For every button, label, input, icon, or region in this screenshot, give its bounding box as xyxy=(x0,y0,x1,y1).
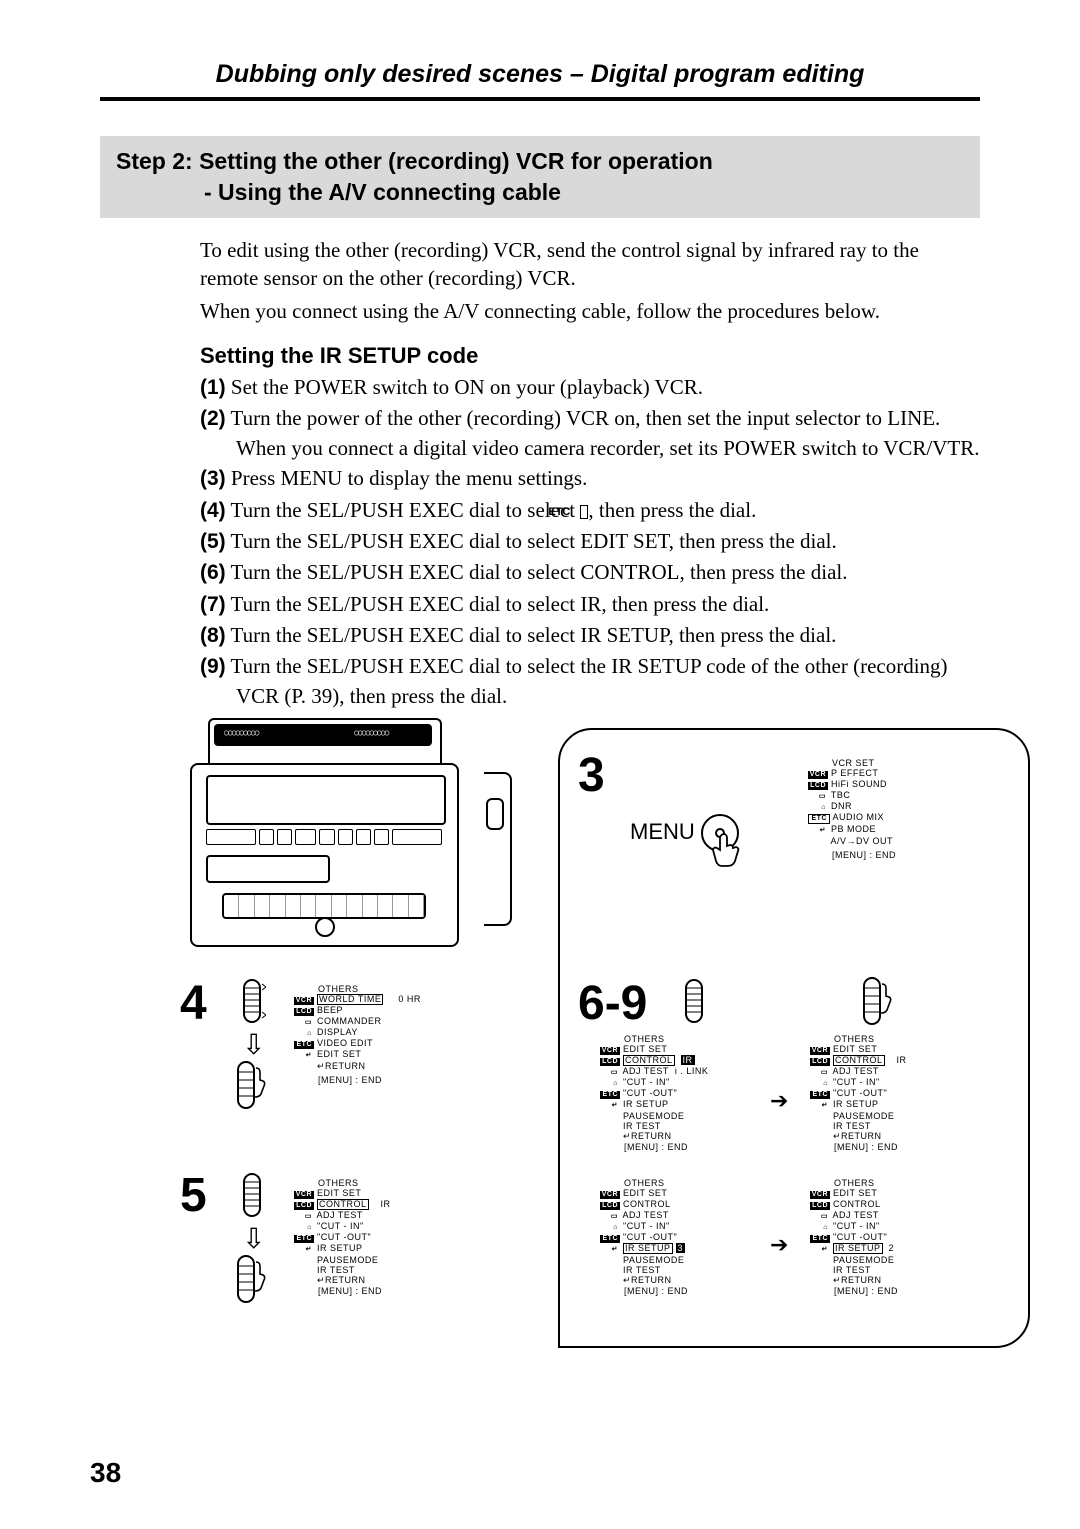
figure: ○○○○○○○○○ ○○○○○○○○○ 3 MENU xyxy=(150,728,1030,1348)
vcr-illustration: ○○○○○○○○○ ○○○○○○○○○ xyxy=(190,718,480,978)
osd-panel-7a: OTHERS VCR EDIT SET LCD CONTROL ▭ ADJ TE… xyxy=(600,1178,688,1296)
osd-panel-6a: OTHERS VCR EDIT SET LCD CONTROL IR ▭ ADJ… xyxy=(600,1034,708,1152)
step-4: (4) Turn the SEL/PUSH EXEC dial to selec… xyxy=(200,496,980,525)
arrow-down-icon: ⇩ xyxy=(242,1028,265,1062)
scroll-dial-icon xyxy=(238,978,266,1024)
osd-panel-3: VCR SET VCR P EFFECT LCD HiFi SOUND ▭ TB… xyxy=(808,758,896,860)
step-8: (8) Turn the SEL/PUSH EXEC dial to selec… xyxy=(200,621,980,650)
arrow-right-icon: ➔ xyxy=(770,1088,788,1114)
arrow-down-icon: ⇩ xyxy=(242,1222,265,1256)
scroll-dial-icon xyxy=(238,1172,266,1218)
subheading: Setting the IR SETUP code xyxy=(200,343,980,369)
figure-step-number-6-9: 6-9 xyxy=(578,976,647,1031)
step-6: (6) Turn the SEL/PUSH EXEC dial to selec… xyxy=(200,558,980,587)
osd-panel-4: OTHERS VCR WORLD TIME 0 HR LCD BEEP ▭ CO… xyxy=(294,984,421,1085)
osd-panel-6b: OTHERS VCR EDIT SET LCD CONTROL IR ▭ ADJ… xyxy=(810,1034,907,1152)
step-title-line2: - Using the A/V connecting cable xyxy=(116,177,964,208)
intro-paragraph-2: When you connect using the A/V connectin… xyxy=(200,297,980,325)
hand-press-icon xyxy=(712,832,742,868)
step-2: (2) Turn the power of the other (recordi… xyxy=(200,404,980,462)
scroll-dial-icon xyxy=(680,978,708,1024)
figure-step-number-3: 3 xyxy=(578,748,605,803)
osd-panel-7b: OTHERS VCR EDIT SET LCD CONTROL ▭ ADJ TE… xyxy=(810,1178,898,1296)
osd-panel-5: OTHERS VCR EDIT SET LCD CONTROL IR ▭ ADJ… xyxy=(294,1178,391,1296)
steps-list: (1) Set the POWER switch to ON on your (… xyxy=(200,373,980,710)
step-7: (7) Turn the SEL/PUSH EXEC dial to selec… xyxy=(200,590,980,619)
page-header: Dubbing only desired scenes – Digital pr… xyxy=(100,60,980,89)
figure-step-number-4: 4 xyxy=(180,976,207,1031)
step-title-box: Step 2: Setting the other (recording) VC… xyxy=(100,136,980,218)
step-1: (1) Set the POWER switch to ON on your (… xyxy=(200,373,980,402)
push-dial-icon xyxy=(234,1060,266,1110)
figure-step-number-5: 5 xyxy=(180,1168,207,1223)
step-title-line1: Step 2: Setting the other (recording) VC… xyxy=(116,146,964,177)
page-number: 38 xyxy=(90,1457,121,1489)
step-9: (9) Turn the SEL/PUSH EXEC dial to selec… xyxy=(200,652,980,710)
step-5: (5) Turn the SEL/PUSH EXEC dial to selec… xyxy=(200,527,980,556)
step-3: (3) Press MENU to display the menu setti… xyxy=(200,464,980,493)
intro-paragraph-1: To edit using the other (recording) VCR,… xyxy=(200,236,980,293)
header-rule xyxy=(100,97,980,101)
push-dial-icon xyxy=(234,1254,266,1304)
push-dial-icon xyxy=(860,976,892,1026)
arrow-right-icon: ➔ xyxy=(770,1232,788,1258)
